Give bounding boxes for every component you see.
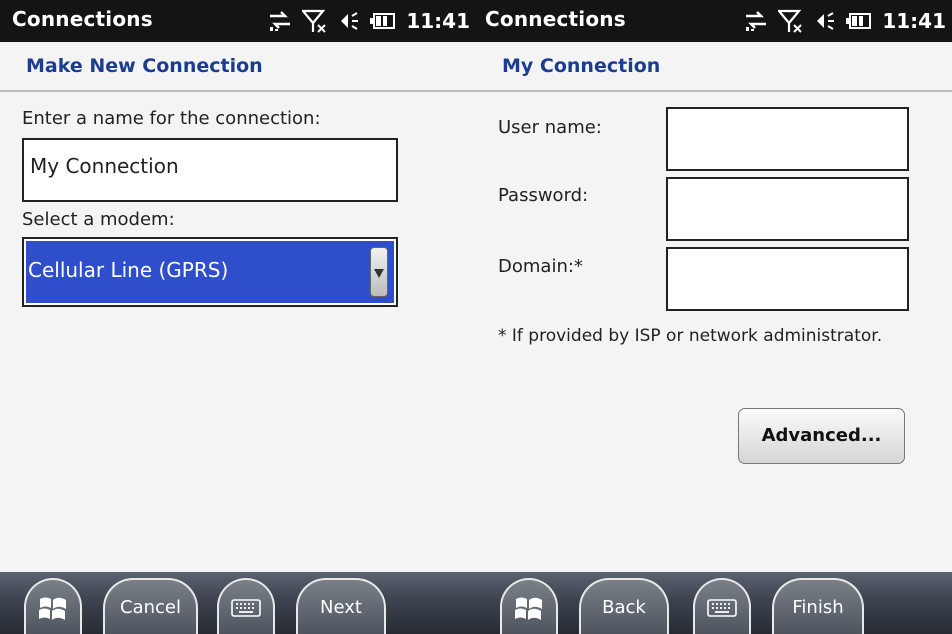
status-bar: Connections 11:41 (0, 0, 476, 42)
page-header: Make New Connection (0, 42, 476, 92)
cancel-button[interactable]: Cancel (103, 578, 198, 634)
page-header: My Connection (476, 42, 952, 92)
battery-icon[interactable] (370, 12, 396, 30)
modem-select-highlight: Cellular Line (GPRS) (26, 241, 394, 303)
battery-icon[interactable] (846, 12, 872, 30)
start-button[interactable] (500, 578, 558, 634)
advanced-button[interactable]: Advanced... (738, 408, 905, 464)
status-icons: 11:41 (744, 0, 952, 42)
password-label: Password: (498, 185, 589, 206)
no-signal-icon[interactable] (778, 9, 804, 33)
clock[interactable]: 11:41 (406, 9, 470, 33)
back-button[interactable]: Back (579, 578, 669, 634)
status-title[interactable]: Connections (485, 7, 626, 31)
next-button[interactable]: Next (296, 578, 386, 634)
back-label: Back (602, 597, 646, 618)
data-sync-icon[interactable] (744, 10, 768, 32)
dropdown-arrow-icon[interactable] (370, 247, 388, 297)
make-new-connection-screen: Connections 11:41 Make New Connection En… (0, 0, 476, 634)
keyboard-button[interactable] (217, 578, 275, 634)
softkey-bar: Cancel Next (0, 572, 476, 634)
username-input[interactable] (666, 107, 909, 171)
no-signal-icon[interactable] (302, 9, 328, 33)
windows-start-icon (515, 597, 542, 620)
domain-label: Domain:* (498, 256, 583, 277)
start-button[interactable] (24, 578, 82, 634)
keyboard-icon (707, 599, 737, 617)
keyboard-icon (231, 599, 261, 617)
next-label: Next (320, 597, 362, 618)
page-title: Make New Connection (26, 55, 263, 77)
softkey-bar: Back Finish (476, 572, 952, 634)
username-label: User name: (498, 117, 602, 138)
modem-selected-value: Cellular Line (GPRS) (28, 258, 229, 282)
data-sync-icon[interactable] (268, 10, 292, 32)
volume-icon[interactable] (338, 10, 360, 32)
connection-name-value: My Connection (30, 154, 179, 178)
password-input[interactable] (666, 177, 909, 241)
finish-label: Finish (792, 597, 844, 618)
clock[interactable]: 11:41 (882, 9, 946, 33)
keyboard-button[interactable] (693, 578, 751, 634)
connection-name-label: Enter a name for the connection: (22, 108, 321, 129)
modem-select[interactable]: Cellular Line (GPRS) (22, 237, 398, 307)
my-connection-screen: Connections 11:41 My Connection User nam… (476, 0, 952, 634)
status-bar: Connections 11:41 (476, 0, 952, 42)
screens-container: Connections 11:41 Make New Connection En… (0, 0, 952, 634)
finish-button[interactable]: Finish (772, 578, 864, 634)
domain-footnote: * If provided by ISP or network administ… (498, 326, 883, 346)
page-title: My Connection (502, 55, 661, 77)
connection-name-input[interactable]: My Connection (22, 138, 398, 202)
status-title[interactable]: Connections (12, 7, 153, 31)
status-icons: 11:41 (268, 0, 476, 42)
windows-start-icon (39, 597, 66, 620)
volume-icon[interactable] (814, 10, 836, 32)
domain-input[interactable] (666, 247, 909, 311)
modem-label: Select a modem: (22, 209, 175, 230)
cancel-label: Cancel (120, 597, 181, 618)
